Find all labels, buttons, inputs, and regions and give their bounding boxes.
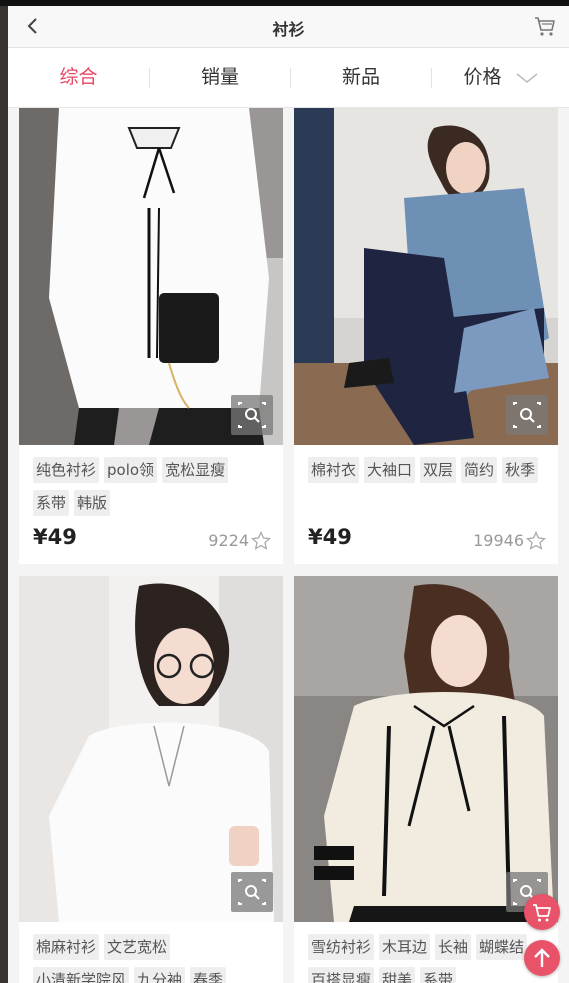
tab-label: 价格 [463, 66, 502, 88]
cart-icon [533, 904, 551, 922]
tag: 春季 [190, 967, 227, 983]
product-tags: 纯色衬衫 polo领 宽松显瘦系带 韩版 [33, 457, 273, 523]
tag: 纯色衬衫 [33, 457, 100, 483]
tag: 雪纺衬衫 [308, 934, 375, 960]
product-image[interactable] [19, 108, 283, 445]
arrow-up-icon [534, 948, 550, 967]
star-icon[interactable] [251, 531, 271, 551]
tag: 小清新学院风 [33, 967, 130, 983]
sales-count: 19946 [473, 531, 524, 550]
app-screen: 衬衫 综合 销量 新品 价格 纯色衬衫 polo领 宽松显瘦系带 韩版 ¥49 … [8, 6, 569, 983]
product-card[interactable]: 雪纺衬衫 木耳边 长袖 蝴蝶结百搭显瘦 甜美 系带 [294, 576, 558, 983]
product-card[interactable]: 棉麻衬衫 文艺宽松小清新学院风 九分袖 春季 [19, 576, 283, 983]
tag: 系带 [33, 490, 70, 516]
tag: 棉衬衣 [308, 457, 360, 483]
zoom-button[interactable] [231, 872, 273, 912]
tag: 韩版 [74, 490, 111, 516]
product-tags: 棉衬衣 大袖口 双层 简约 秋季 [308, 457, 548, 490]
product-tags: 棉麻衬衫 文艺宽松小清新学院风 九分袖 春季 [33, 934, 273, 983]
scroll-to-top-button[interactable] [524, 940, 560, 976]
tag: 甜美 [379, 967, 416, 983]
tag: 百搭显瘦 [308, 967, 375, 983]
tag: polo领 [104, 457, 158, 483]
tab-sales[interactable]: 销量 [150, 48, 290, 107]
zoom-search-icon [238, 879, 266, 905]
product-card[interactable]: 棉衬衣 大袖口 双层 简约 秋季 ¥49 19946 [294, 108, 558, 564]
tag: 文艺宽松 [104, 934, 171, 960]
tag: 系带 [420, 967, 457, 983]
tag: 蝴蝶结 [476, 934, 528, 960]
tab-comprehensive[interactable]: 综合 [8, 48, 149, 107]
tag: 长袖 [435, 934, 472, 960]
floating-cart-button[interactable] [524, 894, 560, 930]
tab-label: 销量 [200, 66, 239, 88]
product-card[interactable]: 纯色衬衫 polo领 宽松显瘦系带 韩版 ¥49 9224 [19, 108, 283, 564]
tag: 秋季 [502, 457, 539, 483]
product-image[interactable] [19, 576, 283, 922]
navigation-bar: 衬衫 [8, 6, 569, 48]
page-title: 衬衫 [272, 20, 305, 39]
product-image[interactable] [294, 108, 558, 445]
product-image[interactable] [294, 576, 558, 922]
tab-label: 综合 [59, 66, 98, 88]
product-tags: 雪纺衬衫 木耳边 长袖 蝴蝶结百搭显瘦 甜美 系带 [308, 934, 558, 983]
tag: 简约 [461, 457, 498, 483]
product-grid: 纯色衬衫 polo领 宽松显瘦系带 韩版 ¥49 9224 棉衬衣 大袖口 双层… [8, 108, 569, 983]
tag: 宽松显瘦 [162, 457, 229, 483]
zoom-button[interactable] [506, 395, 548, 435]
product-price: ¥49 [33, 525, 77, 549]
chevron-down-icon [516, 72, 537, 83]
tag: 九分袖 [134, 967, 186, 983]
cart-icon[interactable] [533, 14, 557, 38]
tag: 木耳边 [379, 934, 431, 960]
zoom-search-icon [238, 402, 266, 428]
tag: 大袖口 [364, 457, 416, 483]
tab-label: 新品 [341, 66, 380, 88]
sales-count: 9224 [208, 531, 249, 550]
product-price: ¥49 [308, 525, 352, 549]
tag: 棉麻衬衫 [33, 934, 100, 960]
star-icon[interactable] [526, 531, 546, 551]
tab-price[interactable]: 价格 [432, 48, 569, 107]
sort-tabs: 综合 销量 新品 价格 [8, 48, 569, 108]
tag: 双层 [420, 457, 457, 483]
tab-new[interactable]: 新品 [291, 48, 431, 107]
zoom-search-icon [513, 402, 541, 428]
zoom-button[interactable] [231, 395, 273, 435]
